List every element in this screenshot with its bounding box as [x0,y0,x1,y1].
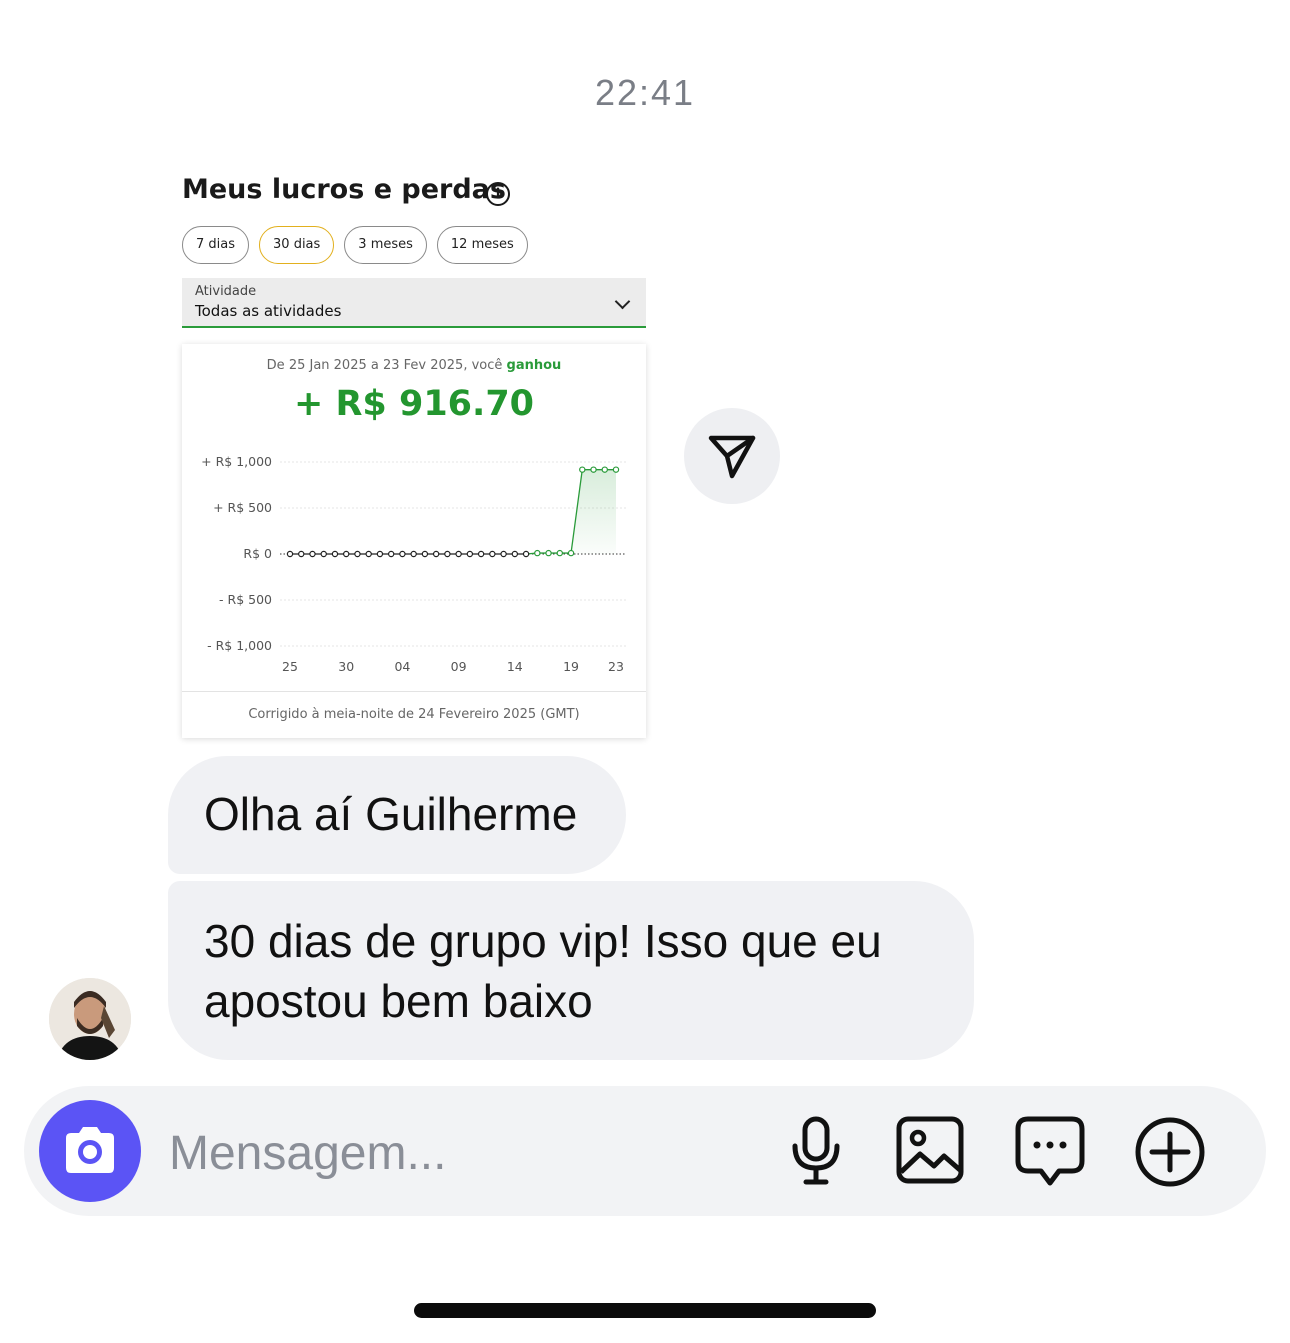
activity-select-value: Todas as atividades [195,302,342,320]
data-point [466,550,474,558]
send-icon [708,435,756,479]
card-title: Meus lucros e perdas [182,174,506,205]
avatar[interactable] [49,978,131,1060]
data-point [387,550,395,558]
data-point [410,550,417,558]
plus-circle-icon[interactable] [1134,1116,1206,1188]
x-tick-label: 30 [338,659,354,674]
date-range-result: ganhou [506,358,562,373]
data-point [489,550,496,558]
card-footer: Corrigido à meia-noite de 24 Fevereiro 2… [182,691,646,738]
pill-3-meses: 3 meses [344,226,427,264]
x-tick-label: 19 [563,659,579,674]
message-bubble[interactable]: 30 dias de grupo vip! Isso que eu aposto… [168,881,974,1060]
x-tick-label: 14 [507,659,523,674]
data-point [455,550,462,558]
y-tick-label: + R$ 1,000 [201,454,272,469]
data-point [477,550,485,558]
x-tick-label: 09 [451,659,467,674]
data-point [298,550,305,558]
pill-30-dias: 30 dias [259,226,335,264]
data-point [320,550,327,558]
data-point [432,550,440,558]
message-composer: Mensagem... [24,1086,1266,1216]
pill-7-dias: 7 dias [182,226,250,264]
data-point [331,550,339,558]
camera-icon [66,1127,114,1173]
activity-select-label: Atividade [195,284,257,299]
home-indicator [414,1303,876,1318]
message-bubble[interactable]: Olha aí Guilherme [168,756,626,874]
activity-select: Atividade Todas as atividades [182,278,646,328]
image-icon[interactable] [896,1116,964,1184]
shared-screenshot[interactable]: Meus lucros e perdas i 7 dias 30 dias 3 … [168,160,658,750]
share-button[interactable] [684,408,780,504]
data-point [500,550,507,558]
microphone-icon[interactable] [788,1116,844,1186]
x-tick-label: 04 [394,659,410,674]
y-tick-label: - R$ 500 [219,592,272,607]
data-point [421,550,429,558]
y-tick-label: R$ 0 [243,546,272,561]
data-point [309,550,316,558]
profit-amount: + R$ 916.70 [293,384,535,424]
data-point [556,549,563,557]
data-point [545,549,552,557]
profit-loss-card: De 25 Jan 2025 a 23 Fev 2025, você ganho… [182,344,646,738]
data-point [354,550,361,558]
date-range-text: De 25 Jan 2025 a 23 Fev 2025, você ganho… [182,358,646,373]
x-tick-label: 25 [282,659,298,674]
y-tick-label: + R$ 500 [213,500,272,515]
avatar-photo [49,978,131,1060]
info-icon: i [486,182,510,206]
data-point [567,549,575,557]
message-timestamp: 22:41 [594,72,696,113]
y-tick-label: - R$ 1,000 [207,638,272,653]
data-point [399,550,406,558]
data-point [590,466,597,473]
message-input[interactable]: Mensagem... [169,1126,446,1181]
data-point [343,550,350,558]
data-point [376,550,384,558]
x-tick-label: 23 [608,659,624,674]
chat-bubble-icon[interactable] [1015,1116,1085,1188]
data-point [579,466,586,473]
data-point [444,550,451,558]
data-point [365,550,372,558]
camera-button[interactable] [39,1100,141,1202]
data-point [522,550,530,558]
period-pills: 7 dias 30 dias 3 meses 12 meses [182,226,528,264]
date-range-prefix: De 25 Jan 2025 a 23 Fev 2025, você [266,358,503,373]
data-point [601,466,608,473]
profit-chart: + R$ 1,000 + R$ 500 R$ 0 - R$ 500 - R$ 1,000… [201,454,626,674]
data-point [286,550,294,558]
data-point [612,466,620,473]
data-point [511,550,519,558]
pill-12-meses: 12 meses [436,226,528,264]
data-point [534,549,541,557]
